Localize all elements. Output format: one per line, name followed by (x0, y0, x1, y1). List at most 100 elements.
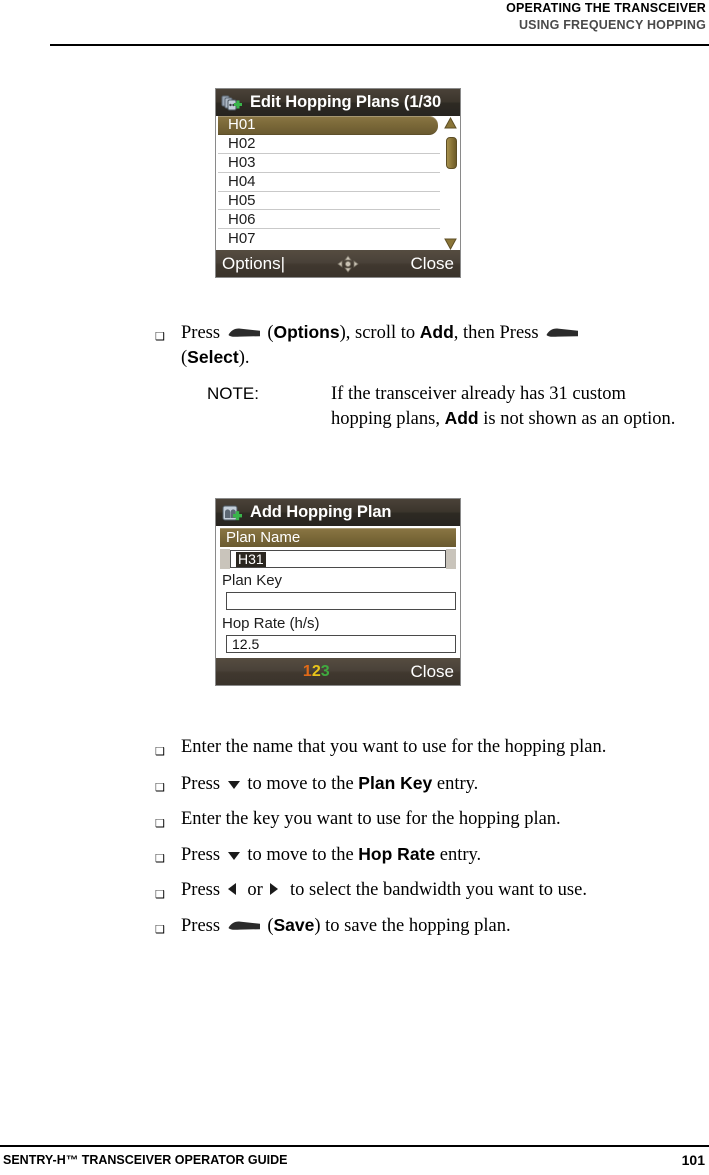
edit-hopping-plans-icon (220, 92, 244, 114)
bullet-marker (155, 807, 181, 836)
header-title-line2: USING FREQUENCY HOPPING (0, 18, 709, 33)
step-line2-close: ). (238, 348, 250, 368)
bullet-open: ( (262, 916, 274, 936)
list-item[interactable]: H04 (218, 173, 440, 192)
bullet-marker (155, 878, 181, 907)
bullet-text: Press to move to the Hop Rate entry. (181, 842, 700, 867)
hop-rate-value: 12.5 (232, 636, 260, 652)
list-item-label: H04 (228, 173, 256, 191)
bullet-bold-save: Save (273, 915, 315, 935)
bullet-pre: Press (181, 880, 225, 900)
bullet-pre: Press (181, 916, 225, 936)
bullet-text: Press or to select the bandwidth you wan… (181, 878, 700, 902)
list-item[interactable]: H02 (218, 135, 440, 154)
device-title-text: Add Hopping Plan (250, 503, 392, 521)
list-item-label: H02 (228, 135, 256, 153)
hop-rate-input[interactable]: 12.5 (226, 635, 456, 653)
bullet-marker (155, 320, 181, 349)
bullet-press-down-plan-key: Press to move to the Plan Key entry. (155, 771, 700, 800)
bullet-text: Enter the key you want to use for the ho… (181, 809, 561, 829)
device-screen-edit-hopping-plans: Edit Hopping Plans (1/30 H01 H02 H03 H04… (215, 88, 461, 278)
step-add-label: Add (419, 322, 454, 342)
bullet-text: Press (Save) to save the hopping plan. (181, 913, 700, 938)
add-hopping-plan-icon (220, 502, 244, 524)
device-screen-add-hopping-plan: Add Hopping Plan Plan Name H31 Plan Key … (215, 498, 461, 686)
bullet-text: Enter the name that you want to use for … (181, 737, 607, 757)
field-label-plan-key: Plan Key (222, 572, 456, 589)
header-rule (50, 44, 709, 46)
list-item[interactable]: H06 (218, 210, 440, 230)
note-label: NOTE: (207, 384, 259, 403)
step-after-options: ), scroll to (339, 323, 420, 343)
list-item[interactable]: H03 (218, 154, 440, 173)
device-titlebar: Add Hopping Plan (216, 499, 460, 526)
input-mode-digit-2: 2 (311, 662, 321, 680)
softkey-glyph-icon (545, 326, 579, 339)
list-item[interactable]: H05 (218, 192, 440, 211)
bullet-press-down-hop-rate: Press to move to the Hop Rate entry. (155, 842, 700, 871)
bullet-bold-plan-key: Plan Key (358, 773, 433, 793)
list-item-label: H07 (228, 230, 256, 248)
bullet-enter-name: Enter the name that you want to use for … (155, 735, 700, 764)
step-mid: ( (262, 323, 274, 343)
step-pre: Press (181, 323, 225, 343)
softkey-left-options[interactable]: Options| (222, 254, 285, 274)
arrow-down-icon (227, 850, 241, 861)
header-title-line2-text: USING FREQUENCY HOPPING (518, 18, 706, 32)
device-title-text: Edit Hopping Plans (1/30 (250, 93, 442, 111)
field-header-plan-name: Plan Name (220, 528, 456, 547)
note-bold-add: Add (444, 408, 479, 428)
list-scrollbar[interactable] (443, 117, 458, 250)
footer-page-number: 101 (681, 1152, 705, 1168)
list-item-label: H06 (228, 210, 256, 228)
note-text: If the transceiver already has 31 custom… (331, 382, 677, 431)
navigation-pad-icon[interactable] (337, 254, 359, 273)
bullet-marker (155, 913, 181, 942)
device-softkey-bar: 123 Close (216, 658, 460, 685)
device-body: Plan Name H31 Plan Key Hop Rate (h/s) 12… (216, 528, 460, 661)
plan-name-input[interactable]: H31 (220, 549, 456, 569)
bullet-close: ) to save the hopping plan. (314, 916, 511, 936)
note-text-part2: is not shown as an option. (478, 409, 676, 429)
input-mode-123-icon[interactable]: 123 (303, 663, 330, 681)
bullet-marker (155, 842, 181, 871)
list-item-label: H01 (228, 116, 256, 134)
bullet-post: to select the bandwidth you want to use. (285, 880, 587, 900)
field-header-label: Plan Name (226, 529, 301, 546)
list-item[interactable]: H07 (218, 229, 440, 248)
scroll-down-arrow-icon[interactable] (444, 238, 457, 250)
plan-key-input[interactable] (226, 592, 456, 610)
step-press-options: Press (Options), scroll to Add, then Pre… (155, 320, 700, 370)
softkey-glyph-icon (227, 326, 261, 339)
bullet-post: entry. (435, 845, 482, 865)
plan-name-value: H31 (236, 550, 266, 567)
bullet-pre: Press (181, 845, 225, 865)
bullet-pre: Press (181, 774, 225, 794)
bullet-press-left-right: Press or to select the bandwidth you wan… (155, 878, 700, 907)
softkey-glyph-icon (227, 919, 261, 932)
bullet-post: entry. (432, 774, 479, 794)
field-label-text: Plan Key (222, 572, 283, 589)
step-options-label: Options (273, 322, 340, 342)
footer-guide-title: SENTRY-H™ TRANSCEIVER OPERATOR GUIDE (3, 1153, 288, 1167)
scroll-up-arrow-icon[interactable] (444, 117, 457, 129)
scroll-thumb[interactable] (446, 137, 457, 169)
device-body: H01 H02 H03 H04 H05 H06 H07 (216, 116, 460, 251)
step-select-label: Select (187, 347, 239, 367)
list-item-label: H05 (228, 192, 256, 209)
bullet-marker (155, 771, 181, 800)
bullet-mid: to move to the (242, 845, 359, 865)
page-footer: SENTRY-H™ TRANSCEIVER OPERATOR GUIDE 101 (0, 1145, 709, 1175)
arrow-left-icon (227, 882, 241, 896)
bullet-mid: to move to the (242, 774, 359, 794)
softkey-right-close[interactable]: Close (411, 254, 454, 274)
hopping-plan-list[interactable]: H01 H02 H03 H04 H05 H06 H07 (216, 116, 460, 251)
field-label-text: Hop Rate (h/s) (222, 615, 320, 632)
list-item[interactable]: H01 (218, 116, 438, 135)
plan-name-input-inner[interactable]: H31 (230, 550, 446, 568)
input-mode-digit-3: 3 (320, 662, 330, 680)
arrow-down-icon (227, 779, 241, 790)
step-then: , then Press (453, 323, 544, 343)
softkey-right-close[interactable]: Close (411, 662, 454, 682)
note-block: NOTE: If the transceiver already has 31 … (207, 382, 677, 431)
